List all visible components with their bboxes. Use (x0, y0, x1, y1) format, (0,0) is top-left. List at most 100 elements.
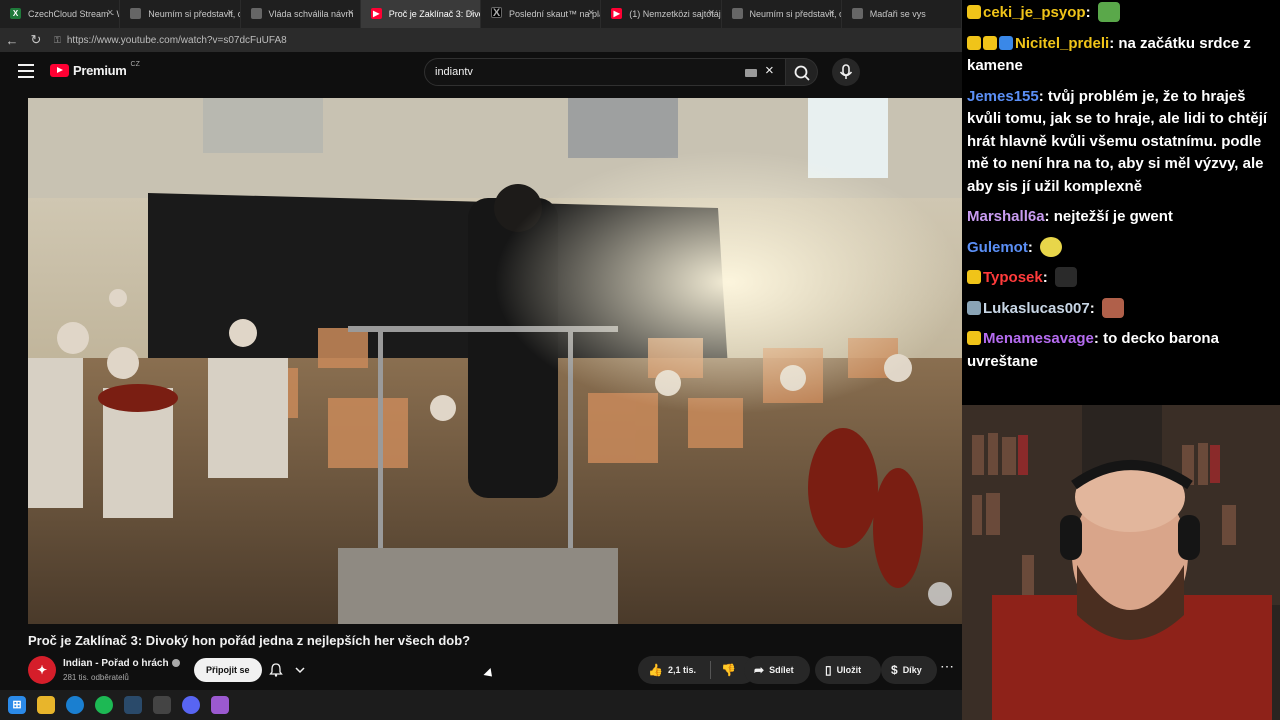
stream-chat: ceki_je_psyop: Nicitel_prdeli: na začátk… (962, 0, 1280, 405)
chat-message: Gulemot: (967, 236, 1274, 260)
like-count[interactable]: 2,1 tis. (668, 665, 696, 675)
join-button[interactable]: Připojit se (194, 658, 262, 682)
url-text: https://www.youtube.com/watch?v=s07dcFuU… (66, 34, 287, 46)
search-button[interactable] (786, 58, 818, 86)
share-icon: ➦ (754, 663, 765, 677)
like-dislike-control: 👍 2,1 tis. 👎 (638, 656, 756, 684)
browser-tab-bar: X CzechCloud Stream - W × Neumím si předst… (0, 0, 962, 28)
channel-avatar[interactable]: ✦ (28, 656, 56, 684)
menu-icon[interactable] (18, 64, 34, 78)
spreadsheet-icon: X (10, 8, 21, 19)
screen: X CzechCloud Stream - W × Neumím si předst… (0, 0, 1280, 720)
like-icon[interactable]: 👍 (648, 663, 663, 677)
reload-icon[interactable]: ↻ (24, 32, 48, 48)
tab-czechcloud[interactable]: X CzechCloud Stream - W × (0, 0, 121, 28)
tab-posledni-skaut[interactable]: X Poslední skaut™ na platf × (481, 0, 602, 28)
address-bar[interactable]: ⚿ https://www.youtube.com/watch?v=s07dcF… (54, 35, 287, 46)
site-info-icon[interactable]: ⚿ (54, 35, 61, 46)
sub-badge-icon (983, 35, 997, 50)
tab-neumim-1[interactable]: Neumím si představit, c × (120, 0, 241, 28)
emote-icon (1054, 267, 1077, 287)
emote-icon (1040, 236, 1063, 257)
chat-text: nejtežší je gwent (1053, 208, 1173, 225)
chevron-down-icon (294, 667, 305, 674)
notification-bell-button[interactable] (262, 658, 310, 682)
share-button[interactable]: ➦ Sdílet (744, 656, 810, 684)
save-button[interactable]: ▯ Uložit (815, 656, 881, 684)
search-query: indiantv (435, 66, 473, 78)
tab-vlada[interactable]: Vláda schválila návrh × (241, 0, 361, 28)
crown-badge-icon (967, 35, 981, 50)
chat-username[interactable]: Jemes155 (967, 88, 1039, 105)
youtube-header: Premium CZ indiantv × (0, 52, 962, 92)
chat-username[interactable]: Gulemot (967, 239, 1028, 256)
windows-start-icon[interactable]: ⊞ (8, 696, 26, 714)
obs-icon[interactable] (153, 696, 171, 714)
discord-icon[interactable] (182, 696, 200, 714)
more-actions-icon[interactable]: ⋯ (940, 658, 955, 675)
youtube-icon: ▶ (611, 8, 623, 19)
webcam-feed (962, 405, 1280, 720)
save-label: Uložit (836, 665, 862, 675)
youtube-play-icon (50, 64, 69, 77)
region-code: CZ (130, 61, 140, 68)
dislike-icon[interactable]: 👎 (721, 663, 736, 677)
close-icon[interactable]: × (347, 7, 353, 19)
channel-row: ✦ Indian - Pořad o hrách 281 tis. odběra… (28, 656, 962, 686)
close-icon[interactable]: × (588, 7, 594, 19)
video-player[interactable] (28, 98, 962, 624)
chat-message: Lukaslucas007: (967, 297, 1274, 321)
sub-badge-icon (967, 270, 981, 284)
streamer-webcam (962, 405, 1280, 720)
chat-message: ceki_je_psyop: (967, 2, 1274, 25)
tab-youtube-active[interactable]: ▶Proč je Zaklínač 3: Divoký× (360, 0, 481, 28)
bookmark-icon: ▯ (825, 663, 832, 677)
steam-icon[interactable] (124, 696, 142, 714)
microphone-icon (839, 64, 853, 79)
chat-username[interactable]: Typosek (983, 269, 1043, 286)
chat-username[interactable]: Nicitel_prdeli (1015, 35, 1109, 52)
thanks-label: Díky (902, 665, 922, 675)
file-explorer-icon[interactable] (37, 696, 55, 714)
channel-name-link[interactable]: Indian - Pořad o hrách (63, 658, 180, 669)
clear-search-icon[interactable]: × (765, 62, 774, 79)
chat-username[interactable]: Menamesavage (983, 330, 1094, 347)
keyboard-icon[interactable] (745, 69, 757, 77)
sub-badge-icon (967, 300, 981, 315)
sub-badge-icon (967, 331, 981, 345)
chat-message: Typosek: (967, 267, 1274, 290)
pepe-emote-icon (1097, 2, 1120, 22)
close-icon[interactable]: × (468, 7, 474, 19)
close-icon[interactable]: × (708, 7, 714, 19)
chat-message: Menamesavage: to decko barona uvreštane (967, 330, 1219, 370)
document-icon (851, 8, 863, 19)
search-input[interactable]: indiantv × (424, 58, 786, 86)
chat-message: Marshall6a: nejtežší je gwent (967, 208, 1173, 225)
like-separator (709, 661, 711, 679)
copilot-icon[interactable] (211, 696, 229, 714)
logo-text: Premium (73, 63, 127, 78)
video-frame-orchestra (28, 98, 962, 624)
close-icon[interactable]: × (828, 7, 834, 19)
sub-badge-icon (967, 5, 981, 19)
back-arrow-icon[interactable]: ← (0, 33, 24, 48)
chat-username[interactable]: ceki_je_psyop (983, 4, 1086, 21)
video-title: Proč je Zaklínač 3: Divoký hon pořád jed… (28, 633, 471, 648)
document-icon (250, 8, 262, 19)
address-bar-row: ← ↻ ⚿ https://www.youtube.com/watch?v=s0… (0, 28, 962, 52)
thanks-button[interactable]: $ Díky (881, 656, 937, 684)
tab-nemzetkozi[interactable]: ▶ (1) Nemzetközi sajtótáj × (601, 0, 722, 28)
close-icon[interactable]: × (107, 7, 113, 19)
close-icon[interactable]: × (227, 7, 233, 19)
edge-browser-icon[interactable] (66, 696, 84, 714)
tab-neumim-2[interactable]: Neumím si představit, c × (722, 0, 842, 28)
youtube-logo[interactable]: Premium CZ (50, 61, 140, 78)
verified-icon (171, 659, 180, 668)
voice-search-button[interactable] (832, 58, 860, 86)
search-icon (794, 65, 810, 81)
chat-username[interactable]: Marshall6a (967, 208, 1045, 225)
chat-username[interactable]: Lukaslucas007 (983, 300, 1090, 317)
tab-madari[interactable]: Maďaři se vys (842, 0, 962, 28)
chat-message: Nicitel_prdeli: na začátku srdce z kamen… (967, 34, 1251, 74)
spotify-icon[interactable] (95, 696, 113, 714)
